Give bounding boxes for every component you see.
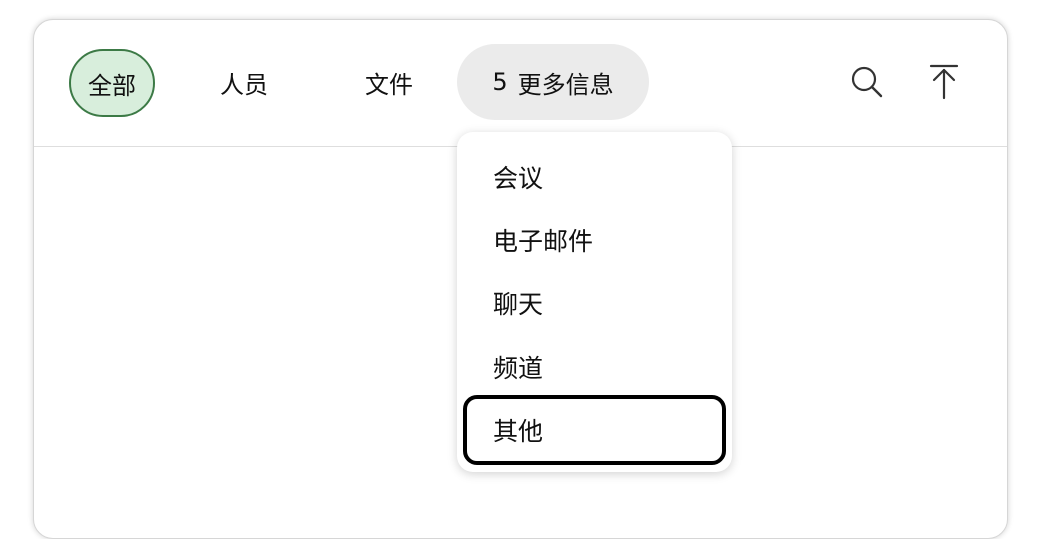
menu-item-meetings[interactable]: 会议 xyxy=(463,146,726,208)
more-options-menu: 会议 电子邮件 聊天 频道 其他 xyxy=(457,132,732,472)
search-icon xyxy=(851,66,883,98)
menu-item-label: 频道 xyxy=(493,354,544,383)
menu-item-label: 其他 xyxy=(493,417,544,446)
tab-all-label: 全部 xyxy=(88,71,136,100)
menu-item-label: 会议 xyxy=(493,164,544,193)
menu-item-label: 电子邮件 xyxy=(493,227,594,256)
menu-item-channels[interactable]: 频道 xyxy=(463,336,726,398)
tab-all[interactable]: 全部 xyxy=(69,49,155,117)
menu-item-email[interactable]: 电子邮件 xyxy=(463,209,726,271)
more-options-label: 更多信息 xyxy=(517,70,614,99)
tab-files-label: 文件 xyxy=(365,70,413,99)
more-options-tab[interactable]: 5 更多信息 xyxy=(457,44,649,120)
menu-item-label: 聊天 xyxy=(493,290,544,319)
search-button[interactable] xyxy=(847,62,887,102)
filter-tab-bar: 全部 人员 文件 5 更多信息 xyxy=(34,20,1007,147)
more-options-count: 5 xyxy=(492,68,508,96)
scroll-to-top-button[interactable] xyxy=(924,62,964,102)
tab-people-label: 人员 xyxy=(220,70,268,99)
menu-item-other[interactable]: 其他 xyxy=(463,395,726,465)
tab-people[interactable]: 人员 xyxy=(194,45,294,119)
tab-files[interactable]: 文件 xyxy=(349,45,429,119)
menu-item-chat[interactable]: 聊天 xyxy=(463,272,726,334)
scroll-to-top-icon xyxy=(929,64,959,100)
